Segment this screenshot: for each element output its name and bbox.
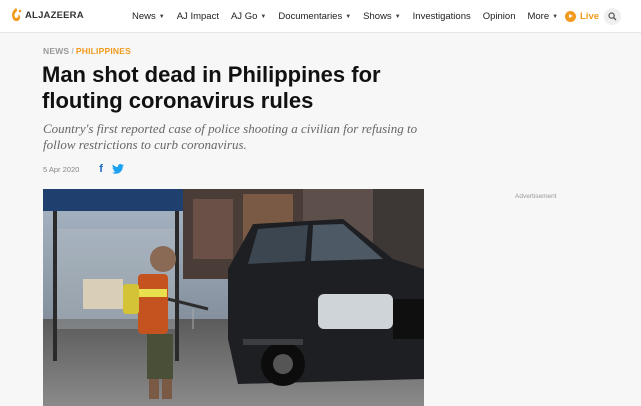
chevron-down-icon: ▼: [260, 13, 267, 20]
nav-item-aj-go[interactable]: AJ Go ▼: [231, 11, 266, 22]
breadcrumb-separator: /: [71, 46, 74, 56]
nav-item-label: AJ Go: [230, 11, 258, 22]
article-meta: 5 Apr 2020 f: [43, 163, 124, 175]
play-icon: [565, 11, 576, 22]
hero-photo-illustration: [43, 189, 424, 406]
nav-item-shows[interactable]: Shows ▼: [363, 11, 400, 22]
breadcrumb-news-link[interactable]: NEWS: [43, 46, 69, 56]
search-icon: [608, 12, 617, 21]
nav-item-label: AJ Impact: [176, 11, 219, 22]
breadcrumb-category-link[interactable]: PHILIPPINES: [76, 46, 131, 56]
article-headline: Man shot dead in Philippines for floutin…: [42, 62, 381, 113]
chevron-down-icon: ▼: [394, 13, 401, 20]
nav-item-investigations[interactable]: Investigations: [413, 11, 471, 22]
chevron-down-icon: ▼: [345, 13, 352, 20]
article-summary: Country's first reported case of police …: [43, 121, 418, 152]
nav-item-more[interactable]: More ▼: [527, 11, 558, 22]
logo-text: ALJAZEERA: [25, 9, 84, 21]
nav-item-aj-impact[interactable]: AJ Impact: [177, 11, 219, 22]
nav-item-label: News: [132, 11, 156, 22]
nav-item-news[interactable]: News ▼: [132, 11, 165, 22]
live-label: Live: [580, 11, 600, 22]
nav-item-label: More: [527, 11, 550, 22]
nav-item-opinion[interactable]: Opinion: [483, 11, 516, 22]
breadcrumb: NEWS / PHILIPPINES: [43, 46, 131, 56]
hero-image: [43, 189, 424, 406]
publish-date: 5 Apr 2020: [43, 164, 80, 174]
aljazeera-logo[interactable]: ALJAZEERA: [9, 7, 84, 23]
facebook-icon[interactable]: f: [99, 163, 103, 175]
advertisement-label: Advertisement: [515, 193, 557, 200]
twitter-icon[interactable]: [111, 164, 124, 174]
chevron-down-icon: ▼: [158, 13, 165, 20]
nav-item-documentaries[interactable]: Documentaries ▼: [278, 11, 351, 22]
main-menu: News ▼ AJ Impact AJ Go ▼ Documentaries ▼ Sh…: [132, 11, 570, 22]
live-button[interactable]: Live: [565, 11, 599, 22]
nav-item-label: Shows: [363, 11, 392, 22]
chevron-down-icon: ▼: [552, 13, 559, 20]
logo-mark-icon: [12, 8, 22, 22]
nav-item-label: Opinion: [482, 11, 516, 22]
nav-item-label: Investigations: [412, 11, 471, 22]
top-nav: ALJAZEERA News ▼ AJ Impact AJ Go ▼ Documen…: [0, 0, 641, 33]
nav-item-label: Documentaries: [278, 11, 343, 22]
search-button[interactable]: [604, 8, 621, 25]
